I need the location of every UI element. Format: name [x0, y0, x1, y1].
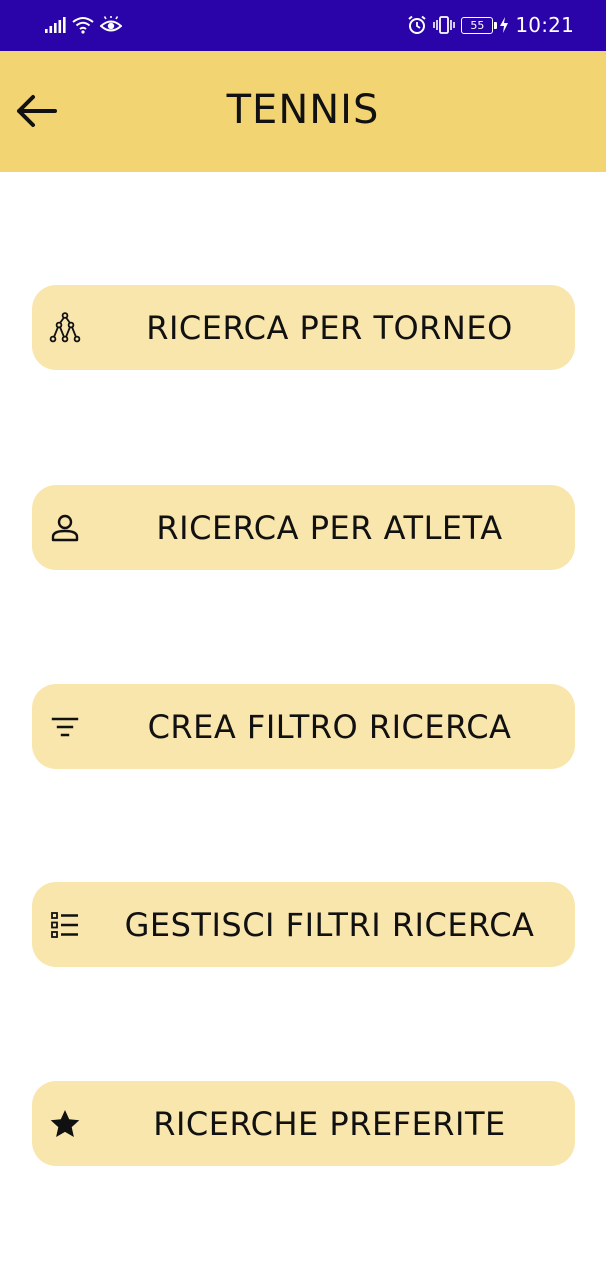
status-left-icons	[44, 14, 122, 36]
alarm-icon	[408, 15, 426, 34]
search-by-tournament-button[interactable]: RICERCA PER TORNEO	[32, 285, 575, 370]
status-right-icons: 55 10:21	[407, 12, 574, 38]
status-time: 10:21	[515, 13, 574, 37]
app-bar: TENNIS	[0, 51, 606, 172]
wifi-icon	[72, 17, 94, 34]
manage-search-filters-button[interactable]: GESTISCI FILTRI RICERCA	[32, 882, 575, 967]
menu-item-label: GESTISCI FILTRI RICERCA	[124, 905, 535, 944]
tournament-bracket-icon	[48, 285, 82, 370]
menu-item-label: RICERCA PER ATLETA	[156, 508, 503, 547]
search-by-athlete-button[interactable]: RICERCA PER ATLETA	[32, 485, 575, 570]
charging-icon	[500, 17, 509, 33]
battery-indicator: 55	[461, 16, 498, 34]
person-icon	[48, 485, 82, 570]
create-search-filter-button[interactable]: CREA FILTRO RICERCA	[32, 684, 575, 769]
vibrate-icon	[433, 16, 456, 34]
star-icon	[48, 1081, 82, 1166]
eye-comfort-icon	[100, 16, 122, 32]
status-bar: 55 10:21	[0, 0, 606, 51]
page-title: TENNIS	[226, 87, 380, 133]
menu-item-label: CREA FILTRO RICERCA	[147, 707, 512, 746]
list-icon	[48, 882, 82, 967]
menu-item-label: RICERCA PER TORNEO	[146, 308, 513, 347]
favorite-searches-button[interactable]: RICERCHE PREFERITE	[32, 1081, 575, 1166]
filter-icon	[48, 684, 82, 769]
menu-item-label: RICERCHE PREFERITE	[153, 1104, 506, 1143]
battery-level: 55	[470, 18, 485, 32]
signal-icon	[45, 17, 66, 33]
